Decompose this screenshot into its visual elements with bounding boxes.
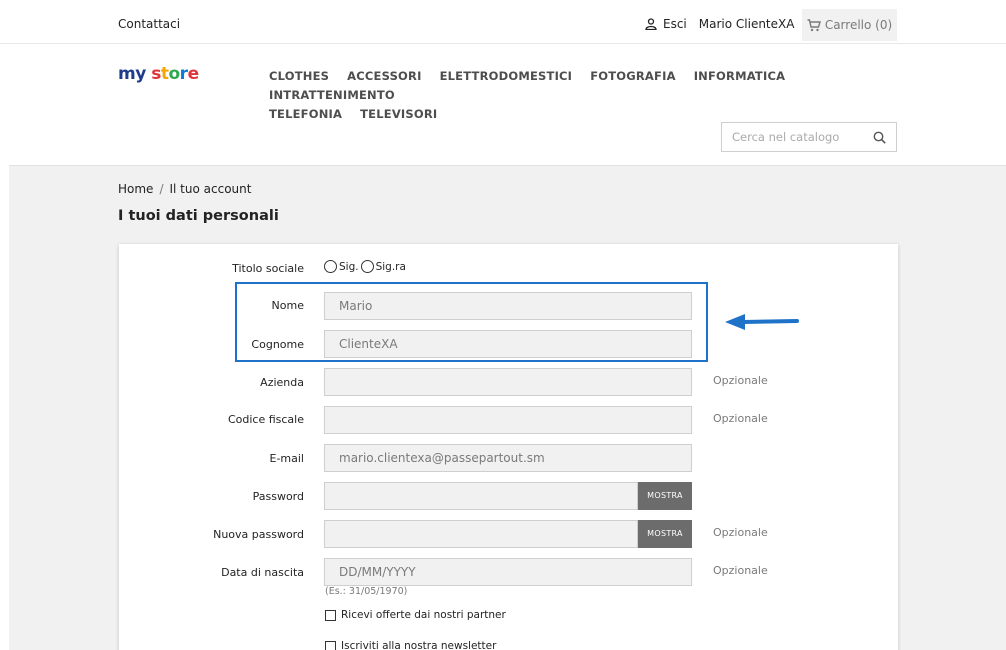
store-logo[interactable]: my store	[118, 64, 199, 84]
arrow-left-icon	[725, 314, 799, 330]
search-box	[721, 122, 897, 152]
email-label: E-mail	[269, 452, 305, 465]
radio-sig[interactable]: Sig.	[324, 260, 359, 273]
nav-item-informatica[interactable]: INFORMATICA	[694, 69, 786, 83]
password-label: Password	[252, 490, 304, 503]
search-icon[interactable]	[873, 131, 886, 144]
nav-item-televisori[interactable]: TELEVISORI	[360, 107, 437, 121]
cart-label: Carrello (0)	[824, 18, 893, 32]
breadcrumb: Home / Il tuo account	[118, 182, 251, 196]
company-label: Azienda	[260, 376, 304, 389]
cart-icon	[807, 18, 821, 31]
newsletter-checkbox[interactable]	[325, 640, 336, 650]
radio-sigra-circle[interactable]	[360, 260, 374, 273]
email-field[interactable]: mario.clientexa@passepartout.sm	[324, 444, 692, 472]
company-field[interactable]	[324, 368, 692, 396]
partner-offers-checkbox[interactable]	[325, 609, 336, 621]
company-optional-note: Opzionale	[713, 374, 768, 387]
logo-store-text: store	[151, 64, 199, 84]
user-icon	[645, 18, 657, 30]
nav-item-elettrodomestici[interactable]: ELETTRODOMESTICI	[440, 69, 573, 83]
birthdate-hint: (Es.: 31/05/1970)	[325, 586, 408, 597]
newsletter-option[interactable]: Iscriviti alla nostra newsletter	[325, 640, 496, 650]
page-title: I tuoi dati personali	[118, 208, 279, 224]
search-input[interactable]	[732, 130, 862, 144]
account-link[interactable]: Mario ClienteXA	[699, 17, 795, 31]
breadcrumb-separator: /	[159, 182, 164, 196]
title-label: Titolo sociale	[232, 262, 304, 275]
breadcrumb-home[interactable]: Home	[118, 182, 153, 196]
logout-link[interactable]: Esci	[663, 17, 687, 31]
birthdate-label: Data di nascita	[221, 566, 304, 579]
nav-item-fotografia[interactable]: FOTOGRAFIA	[590, 69, 675, 83]
partner-offers-option[interactable]: Ricevi offerte dai nostri partner	[325, 609, 506, 621]
radio-sigra[interactable]: Sig.ra	[360, 260, 406, 273]
nav-item-telefonia[interactable]: TELEFONIA	[269, 107, 342, 121]
tax-code-optional-note: Opzionale	[713, 412, 768, 425]
password-field[interactable]	[324, 482, 638, 510]
title-radio-group: Sig. Sig.ra	[324, 260, 408, 273]
nav-item-clothes[interactable]: CLOTHES	[269, 69, 329, 83]
nav-item-accessori[interactable]: ACCESSORI	[347, 69, 421, 83]
new-password-field[interactable]	[324, 520, 638, 548]
top-bar: Contattaci Esci Mario ClienteXA Carrello…	[0, 0, 1006, 44]
new-password-optional-note: Opzionale	[713, 526, 768, 539]
user-area: Esci Mario ClienteXA	[645, 17, 794, 31]
partner-offers-label: Ricevi offerte dai nostri partner	[341, 609, 506, 621]
show-password-button[interactable]: MOSTRA	[638, 482, 692, 510]
contact-link[interactable]: Contattaci	[118, 17, 180, 31]
main-nav: CLOTHES ACCESSORI ELETTRODOMESTICI FOTOG…	[269, 67, 869, 124]
breadcrumb-current[interactable]: Il tuo account	[169, 182, 251, 196]
show-new-password-button[interactable]: MOSTRA	[638, 520, 692, 548]
new-password-label: Nuova password	[213, 528, 304, 541]
newsletter-label: Iscriviti alla nostra newsletter	[341, 640, 497, 650]
nav-item-intrattenimento[interactable]: INTRATTENIMENTO	[269, 88, 395, 102]
tax-code-label: Codice fiscale	[227, 413, 304, 426]
highlight-box	[235, 282, 708, 362]
cart-button[interactable]: Carrello (0)	[802, 9, 897, 41]
birthdate-field[interactable]: DD/MM/YYYY	[324, 558, 692, 586]
birthdate-optional-note: Opzionale	[713, 564, 768, 577]
tax-code-field[interactable]	[324, 406, 692, 434]
radio-sig-circle[interactable]	[324, 260, 337, 273]
